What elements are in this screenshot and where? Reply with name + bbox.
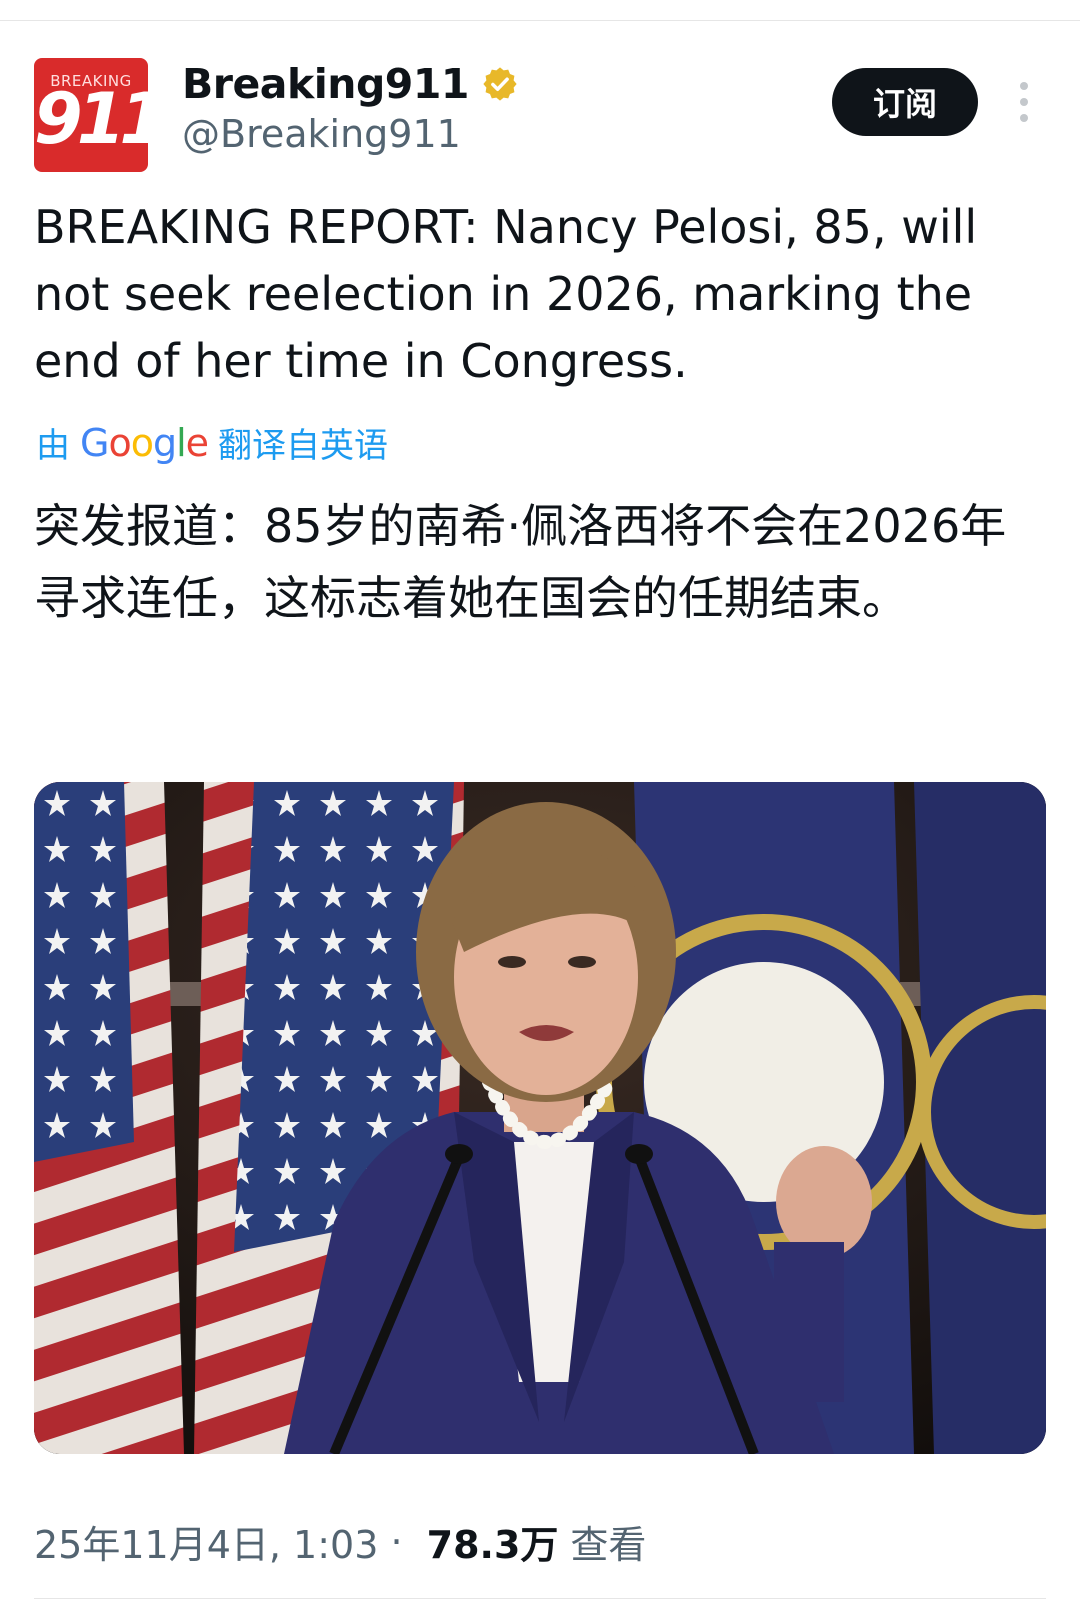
views-label: 查看	[570, 1523, 647, 1567]
tweet-text: BREAKING REPORT: Nancy Pelosi, 85, will …	[34, 200, 978, 388]
google-logo-icon: Google	[80, 420, 209, 465]
tweet-meta: 25年11月4日, 1:03 · 78.3万 查看	[34, 1514, 646, 1569]
handle[interactable]: @Breaking911	[182, 112, 461, 156]
translation-attribution[interactable]: 由 Google 翻译自英语	[36, 418, 388, 467]
display-name[interactable]: Breaking911	[182, 60, 469, 108]
name-row: Breaking911	[182, 60, 519, 108]
avatar-big-text: 911	[34, 78, 148, 160]
top-divider	[0, 20, 1080, 21]
subscribe-button[interactable]: 订阅	[832, 68, 978, 136]
translated-text: 突发报道：85岁的南希·佩洛西将不会在2026年寻求连任，这标志着她在国会的任期…	[34, 499, 1007, 625]
verified-badge-icon[interactable]	[481, 65, 519, 103]
meta-separator: ·	[378, 1519, 415, 1564]
translation-prefix: 由	[36, 426, 70, 466]
tweet-photo[interactable]	[34, 782, 1046, 1454]
timestamp[interactable]: 25年11月4日, 1:03	[34, 1514, 378, 1569]
avatar[interactable]: BREAKING 911	[34, 58, 148, 172]
more-vertical-icon[interactable]	[1018, 82, 1030, 122]
views-count: 78.3万	[426, 1523, 559, 1567]
press-conference-image	[34, 782, 1046, 1454]
bottom-divider	[34, 1598, 1046, 1599]
translation-suffix: 翻译自英语	[218, 426, 389, 466]
